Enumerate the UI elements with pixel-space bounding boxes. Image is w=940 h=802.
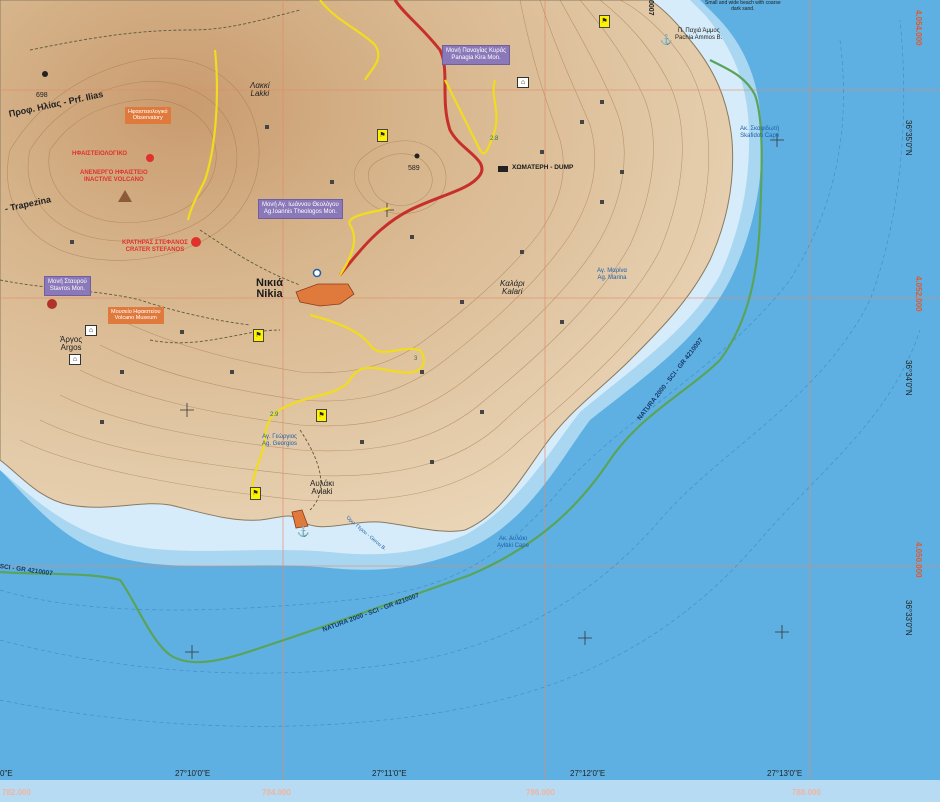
label-ag-marina: Αγ. Μαρίνα Ag. Marina	[597, 268, 627, 281]
lon-label-3: 27°12'0"E	[570, 769, 606, 778]
label-dump: ΧΩΜΑΤΕΡΗ - DUMP	[512, 164, 574, 171]
label-avlaki-cape: Ακ. Αυλάκι Avlaki Cape	[497, 536, 529, 549]
label-skafidoti-cape: Ακ. Σκαφιδωτή Skafidoti Cape	[740, 126, 780, 139]
peak-698-marker	[42, 71, 48, 77]
label-panagia-kira: Μονή Παναγίας Κυράς Panagia Kira Mon.	[442, 45, 511, 65]
place-kalari: Καλάρι Kalari	[500, 279, 525, 296]
northing-label-3: 4.050.000	[914, 542, 923, 578]
lat-label-3: 36°33'0"N	[904, 600, 913, 636]
hiker-icon: ⚑	[599, 15, 610, 28]
easting-label-3: 786.000	[526, 788, 555, 797]
easting-label-4: 788.000	[792, 788, 821, 797]
lat-label-2: 36°34'0"N	[904, 360, 913, 396]
place-nikia: Νικιά Nikia	[256, 277, 283, 300]
label-crater-stefanos: ΚΡΑΤΗΡΑΣ ΣΤΕΦΑΝΟΣ CRATER STEFANOS	[122, 240, 188, 254]
route-label-29: 2.9	[270, 412, 279, 418]
lon-label-1: 27°10'0"E	[175, 769, 211, 778]
easting-label-2: 784.000	[262, 788, 291, 797]
label-inactive-volcano: ΑΝΕΝΕΡΓΟ ΗΦΑΙΣΤΕΙΟ INACTIVE VOLCANO	[80, 170, 148, 184]
label-stavros: Μονή Σταυρού Stavros Mon.	[44, 276, 91, 296]
chapel-icon: ⌂	[517, 77, 529, 88]
hiker-icon: ⚑	[377, 129, 388, 142]
peak-589-label: 589	[408, 165, 420, 172]
stavros-marker	[47, 299, 57, 309]
volcano-marker	[146, 154, 154, 162]
hiker-icon: ⚑	[316, 409, 327, 422]
label-beach-note: Small and wide beach with coarse dark sa…	[705, 0, 781, 12]
place-lakki: Λακκί Lakki	[250, 81, 270, 98]
lat-label-1: 36°35'0"N	[904, 120, 913, 156]
crater-stefanos-marker	[191, 237, 201, 247]
label-volcano-museum: Μουσείο Ηφαιστείου Volcano Museum	[108, 307, 164, 324]
chapel-icon: ⌂	[69, 354, 81, 365]
label-theologos: Μονή Αγ. Ιωάννου Θεολόγου Ag.Ioannis The…	[258, 199, 343, 219]
hiker-icon: ⚑	[253, 329, 264, 342]
lon-label-0: 0"E	[0, 769, 13, 778]
route-label-0007: 0007	[647, 0, 654, 16]
route-label-28: 2.8	[490, 136, 499, 142]
hiker-icon: ⚑	[250, 487, 261, 500]
northing-label-2: 4.052.000	[914, 276, 923, 312]
anchor-icon: ⚓	[660, 35, 673, 46]
place-avlaki: Αυλάκι Avlaki	[310, 479, 334, 496]
label-ag-georgios: Αγ. Γεώργιος Ag. Georgios	[262, 434, 298, 447]
lon-label-4: 27°13'0"E	[767, 769, 803, 778]
label-observatory: Ηφαιστειολογικό Observatory	[125, 107, 171, 124]
dump-marker	[498, 166, 508, 172]
peak-589-marker	[414, 153, 420, 159]
place-argos: Άργος Argos	[60, 335, 83, 352]
chapel-icon: ⌂	[85, 325, 97, 336]
northing-label-1: 4.054.000	[914, 10, 923, 46]
label-pachia-ammos: Π. Παχιά Άμμος Pachia Ammos B.	[675, 28, 723, 41]
nikia-church-marker	[312, 268, 322, 278]
anchor-icon: ⚓	[297, 527, 310, 538]
label-volcano-center: ΗΦΑΙΣΤΕΙΟΛΟΓΙΚΟ	[72, 151, 128, 157]
route-label-3: 3	[414, 356, 418, 362]
peak-698-label: 698	[36, 92, 48, 99]
easting-label-1: 782.000	[2, 788, 31, 797]
lon-label-2: 27°11'0"E	[372, 769, 407, 778]
